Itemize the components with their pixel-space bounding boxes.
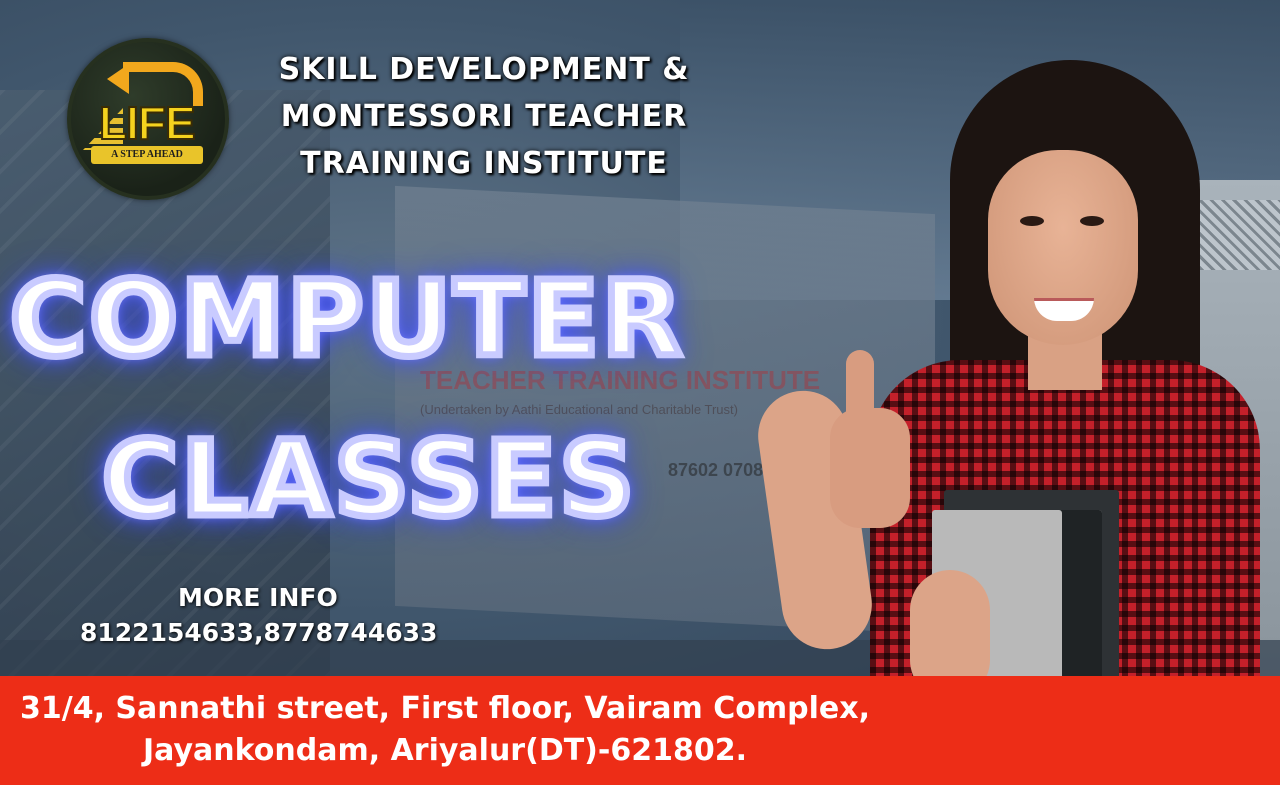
phone-numbers: 8122154633,8778744633 <box>80 618 438 647</box>
headline-line2: CLASSES <box>98 415 638 544</box>
eye-icon <box>1080 216 1104 226</box>
logo-word: LIFE <box>98 96 197 150</box>
smile-icon <box>1034 298 1094 321</box>
more-info-label: MORE INFO <box>178 583 338 612</box>
face <box>988 150 1138 345</box>
arrow-head-icon <box>107 64 129 94</box>
institute-line: TRAINING INSTITUTE <box>300 146 668 181</box>
background-sign-line: 87602 07083 <box>668 460 774 480</box>
address: 31/4, Sannathi street, First floor, Vair… <box>0 688 890 772</box>
address-line: 31/4, Sannathi street, First floor, Vair… <box>19 691 870 726</box>
fist <box>830 408 910 528</box>
institute-name: SKILL DEVELOPMENT & MONTESSORI TEACHER T… <box>234 46 734 187</box>
logo: LIFE A STEP AHEAD <box>67 38 229 200</box>
eye-icon <box>1020 216 1044 226</box>
background-sign-line: (Undertaken by Aathi Educational and Cha… <box>420 402 738 417</box>
logo-tagline: A STEP AHEAD <box>91 146 203 164</box>
poster: TEACHER TRAINING INSTITUTE (Undertaken b… <box>0 0 1280 785</box>
institute-line: MONTESSORI TEACHER <box>280 99 688 134</box>
institute-line: SKILL DEVELOPMENT & <box>278 52 690 87</box>
headline-line1: COMPUTER <box>7 255 686 384</box>
address-line: Jayankondam, Ariyalur(DT)-621802. <box>143 733 747 768</box>
